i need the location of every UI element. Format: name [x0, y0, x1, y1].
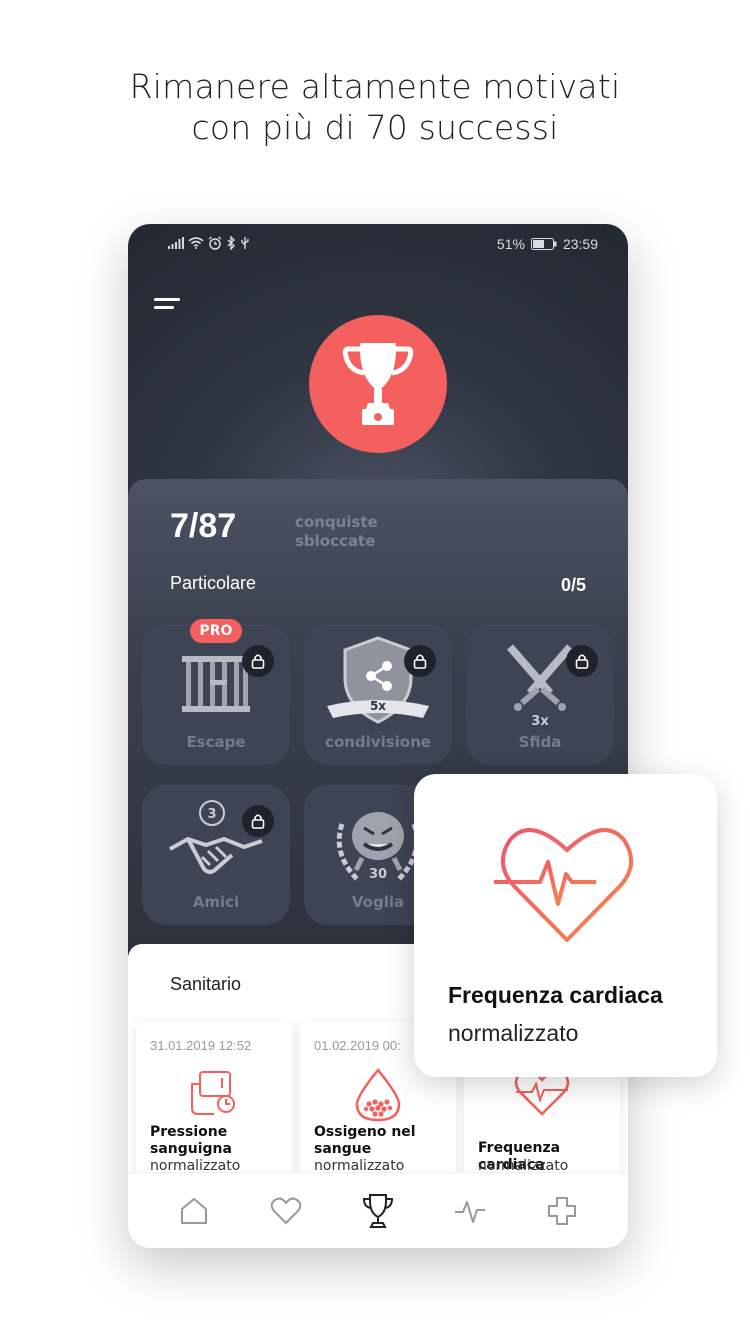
tab-health[interactable] [542, 1191, 582, 1231]
trophy-badge [309, 315, 447, 453]
tab-bar [128, 1172, 628, 1248]
badge-sfida[interactable]: 3x Sfida [466, 625, 614, 765]
badge-condivisione[interactable]: 5x condivisione [304, 625, 452, 765]
tab-heart[interactable] [266, 1191, 306, 1231]
badge-name: Sfida [518, 733, 562, 751]
heart-rate-icon [492, 820, 642, 948]
badge-name: Escape [186, 733, 246, 751]
badge-name: Amici [192, 893, 240, 911]
menu-button[interactable] [154, 298, 180, 314]
card-date: 31.01.2019 12:52 [150, 1038, 252, 1053]
badge-count: 30 [369, 867, 387, 882]
home-icon [181, 1197, 207, 1224]
phone-screen: 51% 23:59 7/87 conquiste sbloccate Parti… [128, 224, 628, 1248]
status-bar: 51% 23:59 [128, 224, 628, 268]
heart-rate-icon [464, 1068, 620, 1128]
wifi-icon [188, 237, 204, 249]
lock-icon [566, 645, 598, 677]
headline: Rimanere altamente motivati con più di 7… [0, 66, 750, 148]
heart-icon [270, 1197, 302, 1224]
signal-icon [168, 237, 184, 249]
lock-icon [242, 645, 274, 677]
badge-escape[interactable]: PRO Escape [142, 619, 290, 765]
badge-multiplier: 5x [370, 699, 386, 713]
status-right: 51% 23:59 [497, 236, 598, 252]
bluetooth-icon [227, 236, 235, 250]
lock-icon [404, 645, 436, 677]
tab-home[interactable] [174, 1191, 214, 1231]
tab-activity[interactable] [450, 1191, 490, 1231]
menu-line-icon [154, 306, 174, 309]
status-icons [168, 236, 250, 250]
lock-icon [242, 805, 274, 837]
card-date: 01.02.2019 00: [314, 1038, 401, 1053]
battery-icon [530, 238, 557, 250]
headline-line-2: con più di 70 successi [191, 108, 559, 147]
clock: 23:59 [562, 236, 598, 252]
trophy-icon [342, 343, 414, 425]
menu-line-icon [154, 298, 180, 301]
trophy-icon [362, 1193, 394, 1228]
health-title: Sanitario [170, 974, 242, 994]
plus-cross-icon [548, 1196, 576, 1225]
achievement-count: 7/87 [170, 507, 237, 545]
tab-trophy[interactable] [358, 1191, 398, 1231]
headline-line-1: Rimanere altamente motivati [129, 67, 621, 106]
badge-count: 3 [207, 807, 216, 822]
blood-drop-icon [300, 1068, 456, 1128]
battery-percent: 51% [496, 236, 525, 252]
blood-pressure-icon [136, 1068, 292, 1128]
badge-multiplier: 3x [531, 714, 549, 729]
card-title: Ossigeno nel sangue [314, 1124, 416, 1157]
alarm-icon [208, 236, 222, 250]
heart-rate-callout-card: Frequenza cardiaca normalizzato [414, 774, 717, 1077]
achievement-count-label: conquiste sbloccate [295, 513, 378, 550]
card-title: Pressione sanguigna [150, 1124, 232, 1157]
usb-icon [241, 237, 249, 249]
section-title: Particolare [170, 573, 257, 593]
callout-subtitle: normalizzato [448, 1020, 579, 1046]
badge-name: condivisione [325, 733, 431, 751]
callout-title: Frequenza cardiaca [448, 982, 663, 1008]
activity-icon [455, 1200, 485, 1223]
badge-amici[interactable]: 3 Amici [142, 785, 290, 925]
section-count: 0/5 [560, 575, 586, 595]
